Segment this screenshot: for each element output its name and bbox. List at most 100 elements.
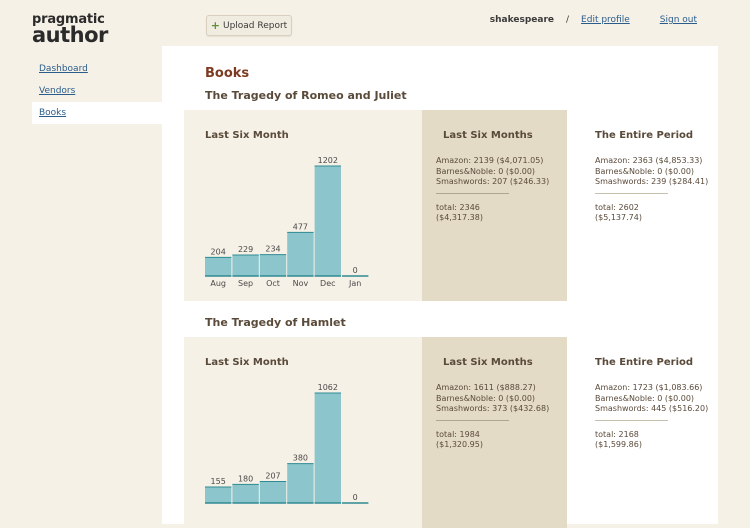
chart-bar: [232, 484, 259, 503]
chart-bar-group: 0 Jan: [342, 266, 369, 288]
chart-bar: [205, 257, 232, 276]
chart-value-label: 234: [265, 245, 280, 254]
stat-line-amazon: Amazon: 2139 ($4,071.05): [436, 156, 544, 165]
chart-bar: [205, 486, 232, 503]
sidebar-item-label: Books: [39, 108, 67, 118]
chart-value-label: 207: [265, 472, 280, 481]
last-six-months-summary: Last Six Months Amazon: 2139 ($4,071.05)…: [422, 110, 567, 301]
entire-period-heading: The Entire Period: [595, 357, 694, 368]
chart-category-label: Oct: [266, 279, 280, 288]
six-months-heading: Last Six Months: [443, 357, 533, 368]
sidebar-item-label: Vendors: [39, 86, 76, 96]
chart-value-label: 180: [238, 474, 253, 483]
chart-bar: [259, 254, 287, 276]
chart-value-label: 0: [353, 493, 358, 502]
chart-bar: [314, 166, 341, 276]
stat-total-amount: ($4,317.38): [436, 213, 483, 222]
entire-period-summary: The Entire Period Amazon: 2363 ($4,853.3…: [595, 110, 735, 301]
stat-line-smashwords: Smashwords: 373 ($432.68): [436, 404, 550, 413]
chart-value-label: 0: [353, 266, 358, 275]
stat-line-amazon: Amazon: 1723 ($1,083.66): [595, 383, 703, 392]
stats-divider: [436, 192, 509, 194]
sales-chart-area: Last Six Month 204 Aug 229 Sep 234 Oct 477 Nov 1…: [184, 110, 422, 301]
stat-line-barnes-noble: Barnes&Noble: 0 ($0.00): [436, 393, 536, 403]
chart-bar-group: 204 Aug: [205, 247, 232, 288]
stat-total: total: 2602: [595, 202, 639, 212]
chart-category-label: Sep: [238, 279, 253, 288]
stat-total-amount: ($1,599.86): [595, 440, 642, 449]
chart-bar: [232, 255, 259, 276]
six-months-heading: Last Six Months: [443, 130, 533, 141]
edit-profile-link[interactable]: Edit profile: [581, 15, 630, 25]
chart-category-label: Jan: [348, 279, 361, 288]
entire-period-heading: The Entire Period: [595, 130, 694, 141]
sidebar-item-vendors[interactable]: Vendors: [32, 80, 162, 102]
six-months-stats: Amazon: 1611 ($888.27) Barnes&Noble: 0 (…: [436, 383, 549, 451]
chart-bar-group: 380: [287, 454, 314, 504]
chart-value-label: 204: [211, 247, 226, 256]
top-nav: shakespeare / Edit profile Sign out: [490, 15, 697, 25]
book-title: The Tragedy of Romeo and Juliet: [205, 89, 407, 102]
chart-bar-group: 1062: [314, 383, 341, 504]
main-content: Books The Tragedy of Romeo and Juliet La…: [162, 46, 718, 528]
upload-report-label: Upload Report: [222, 20, 288, 31]
chart-bar-group: 155: [205, 477, 232, 504]
sidebar-item-label: Dashboard: [39, 64, 88, 74]
sign-out-link[interactable]: Sign out: [660, 15, 697, 25]
chart-bar-group: 477 Nov: [287, 222, 314, 288]
sidebar-item-dashboard[interactable]: Dashboard: [32, 58, 162, 80]
stats-divider: [436, 419, 509, 421]
stat-line-barnes-noble: Barnes&Noble: 0 ($0.00): [595, 166, 695, 176]
upload-report-button[interactable]: + Upload Report: [206, 15, 292, 36]
chart-bar-group: 234 Oct: [259, 245, 287, 288]
entire-period-stats: Amazon: 1723 ($1,083.66) Barnes&Noble: 0…: [595, 383, 708, 451]
chart-value-label: 380: [293, 454, 308, 463]
stat-total: total: 2346: [436, 202, 480, 212]
stats-divider: [595, 192, 668, 194]
stat-line-barnes-noble: Barnes&Noble: 0 ($0.00): [436, 166, 536, 176]
chart-bar-group: 1202 Dec: [314, 156, 341, 288]
stat-line-smashwords: Smashwords: 207 ($246.33): [436, 177, 550, 186]
chart-value-label: 1202: [318, 156, 338, 165]
logo-line-2: author: [32, 23, 108, 47]
stat-total: total: 1984: [436, 429, 480, 439]
entire-period-stats: Amazon: 2363 ($4,853.33) Barnes&Noble: 0…: [595, 156, 708, 224]
stat-total-amount: ($5,137.74): [595, 213, 642, 222]
stat-total-amount: ($1,320.95): [436, 440, 483, 449]
six-months-stats: Amazon: 2139 ($4,071.05) Barnes&Noble: 0…: [436, 156, 549, 224]
stat-line-amazon: Amazon: 1611 ($888.27): [436, 383, 536, 392]
chart-bar: [259, 481, 287, 503]
stat-total: total: 2168: [595, 429, 639, 439]
chart-bar: [287, 232, 314, 276]
chart-bar-group: 207: [259, 472, 287, 504]
nav-separator: /: [566, 15, 570, 25]
stat-line-barnes-noble: Barnes&Noble: 0 ($0.00): [595, 393, 695, 403]
sales-bar-chart: 155 180 207 380 1062 0: [205, 383, 369, 504]
sidebar-item-books[interactable]: Books: [32, 102, 162, 124]
stat-line-amazon: Amazon: 2363 ($4,853.33): [595, 156, 703, 165]
stat-line-smashwords: Smashwords: 445 ($516.20): [595, 404, 709, 413]
chart-bar: [314, 393, 341, 503]
chart-value-label: 477: [293, 222, 308, 231]
chart-category-label: Nov: [293, 279, 309, 288]
chart-bar-group: 229 Sep: [232, 245, 259, 288]
book-title: The Tragedy of Hamlet: [205, 316, 346, 329]
chart-value-label: 1062: [318, 383, 338, 392]
chart-category-label: Dec: [320, 279, 335, 288]
plus-icon: +: [210, 19, 220, 32]
book-panel: Last Six Month 204 Aug 229 Sep 234 Oct 477 Nov 1…: [184, 110, 708, 301]
chart-bar-group: 0: [342, 493, 369, 504]
username: shakespeare: [489, 15, 554, 25]
logo[interactable]: pragmatic author: [32, 13, 108, 46]
stats-divider: [595, 419, 668, 421]
book-panel: Last Six Month 155 180 207 380 1062 0 Last Si…: [184, 337, 708, 528]
entire-period-summary: The Entire Period Amazon: 1723 ($1,083.6…: [595, 337, 735, 528]
sales-bar-chart: 204 Aug 229 Sep 234 Oct 477 Nov 1202 Dec 0 Jan: [205, 156, 369, 288]
stat-line-smashwords: Smashwords: 239 ($284.41): [595, 177, 709, 186]
chart-value-label: 229: [238, 245, 253, 254]
chart-category-label: Aug: [210, 279, 226, 288]
sales-chart-area: Last Six Month 155 180 207 380 1062 0: [184, 337, 422, 528]
chart-bar: [287, 463, 314, 503]
last-six-months-summary: Last Six Months Amazon: 1611 ($888.27) B…: [422, 337, 567, 528]
sidebar: Dashboard Vendors Books: [32, 58, 162, 124]
